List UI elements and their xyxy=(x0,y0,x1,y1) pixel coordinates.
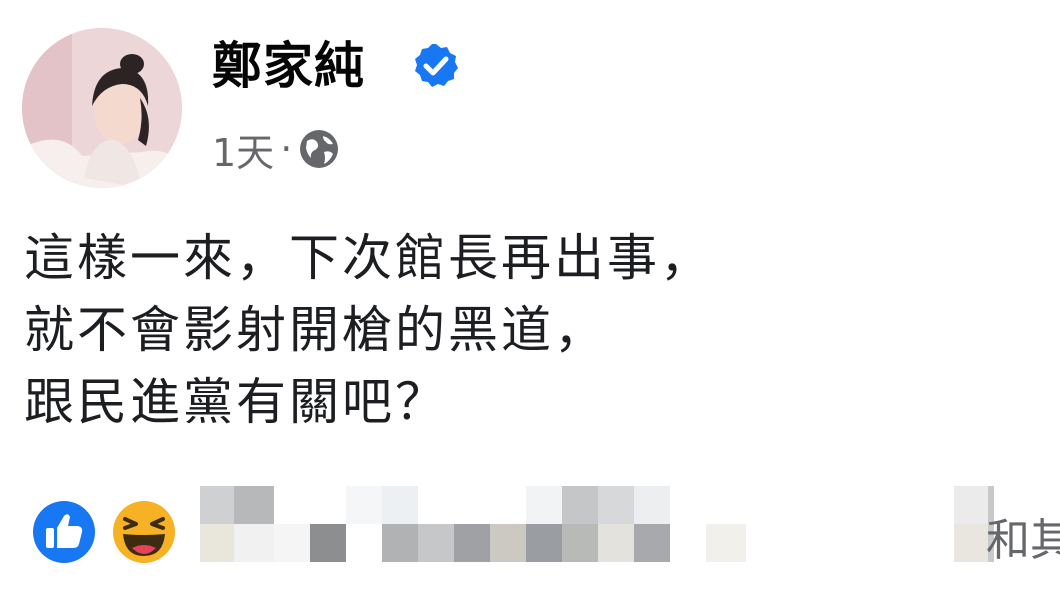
post-timestamp[interactable]: 1天 xyxy=(212,122,274,177)
post-content-line: 跟民進黨有關吧？ xyxy=(24,373,448,431)
post-content-line: 就不會影射開槍的黑道， xyxy=(24,301,607,359)
author-name[interactable]: 鄭家純 xyxy=(212,36,365,96)
haha-reaction-icon[interactable] xyxy=(108,496,180,568)
facebook-post: 鄭家純 1天 · 這樣一來，下次館長再出事， 就不會影射開槍的黑道， 跟民進黨有… xyxy=(0,0,1060,596)
blurred-reactor-names xyxy=(174,486,994,564)
reactions-others-text[interactable]: 和其 xyxy=(986,504,1060,568)
post-content-line: 這樣一來，下次館長再出事， xyxy=(24,229,713,287)
reactions-bar[interactable]: 和其 xyxy=(28,486,1060,576)
post-content: 這樣一來，下次館長再出事， 就不會影射開槍的黑道， 跟民進黨有關吧？ xyxy=(24,222,1024,438)
avatar-photo-icon xyxy=(22,28,182,188)
globe-icon[interactable] xyxy=(298,128,340,170)
like-reaction-icon[interactable] xyxy=(28,496,100,568)
verified-badge-icon xyxy=(415,44,458,87)
post-meta: 1天 · xyxy=(212,122,340,177)
meta-separator: · xyxy=(280,127,293,171)
author-avatar[interactable] xyxy=(22,28,182,188)
